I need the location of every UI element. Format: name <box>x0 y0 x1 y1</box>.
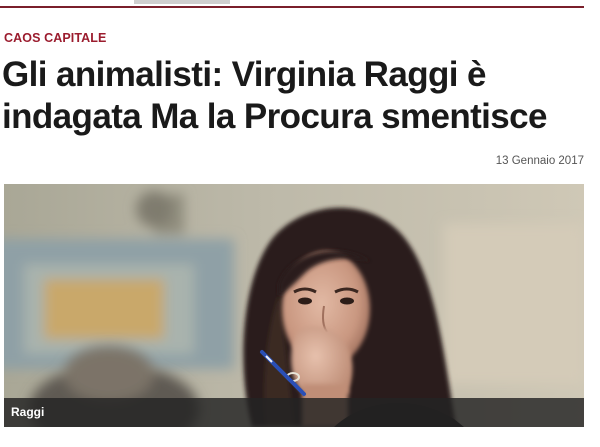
photo-caption-bar: Raggi <box>4 398 584 427</box>
nav-tab-indicator <box>134 0 230 4</box>
article-photo[interactable] <box>4 184 584 427</box>
article-page: CAOS CAPITALE Gli animalisti: Virginia R… <box>0 0 600 447</box>
header-divider <box>0 0 584 8</box>
article-headline: Gli animalisti: Virginia Raggi è indagat… <box>2 55 548 136</box>
article-photo-image <box>4 184 584 427</box>
photo-caption: Raggi <box>11 405 45 419</box>
article-date: 13 Gennaio 2017 <box>495 155 584 167</box>
section-label[interactable]: CAOS CAPITALE <box>4 31 106 45</box>
